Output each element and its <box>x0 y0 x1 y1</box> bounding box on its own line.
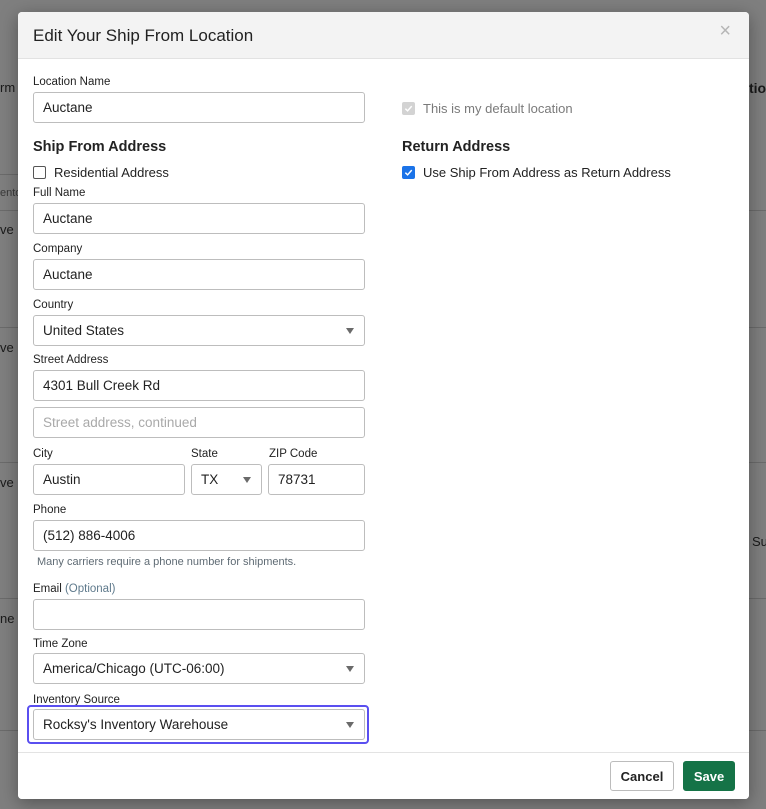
bg-divider <box>0 327 18 328</box>
default-location-checkbox[interactable]: This is my default location <box>402 101 573 116</box>
bg-divider <box>749 327 766 328</box>
bg-divider <box>0 174 18 175</box>
ship-from-title: Ship From Address <box>33 139 167 155</box>
full-name-label: Full Name <box>33 187 86 199</box>
use-ship-from-label: Use Ship From Address as Return Address <box>423 165 671 180</box>
email-input[interactable] <box>33 599 365 630</box>
residential-address-label: Residential Address <box>54 165 169 180</box>
dialog-header: Edit Your Ship From Location × <box>18 12 749 59</box>
location-name-label: Location Name <box>33 76 111 88</box>
bg-divider <box>749 730 766 731</box>
bg-divider <box>0 730 18 731</box>
inventory-source-select[interactable]: Rocksy's Inventory Warehouse <box>33 709 365 740</box>
zip-value: 78731 <box>278 472 316 487</box>
chevron-down-icon <box>346 666 354 672</box>
bg-divider <box>749 598 766 599</box>
checkbox-icon <box>402 102 415 115</box>
bg-divider <box>0 462 18 463</box>
zip-input[interactable]: 78731 <box>268 464 365 495</box>
dialog-title: Edit Your Ship From Location <box>33 26 254 45</box>
time-zone-select[interactable]: America/Chicago (UTC-06:00) <box>33 653 365 684</box>
checkbox-icon <box>402 166 415 179</box>
company-value: Auctane <box>43 267 93 282</box>
state-select[interactable]: TX <box>191 464 262 495</box>
full-name-value: Auctane <box>43 211 93 226</box>
country-label: Country <box>33 299 74 311</box>
bg-divider <box>0 210 18 211</box>
phone-input[interactable]: (512) 886-4006 <box>33 520 365 551</box>
bg-text: ve <box>0 222 14 237</box>
default-location-label: This is my default location <box>423 101 573 116</box>
bg-divider <box>0 598 18 599</box>
bg-text: Su <box>752 534 766 549</box>
optional-tag: (Optional) <box>64 583 116 595</box>
city-label: City <box>33 448 53 460</box>
full-name-input[interactable]: Auctane <box>33 203 365 234</box>
country-select[interactable]: United States <box>33 315 365 346</box>
return-address-title: Return Address <box>402 139 511 155</box>
phone-label: Phone <box>33 504 67 516</box>
time-zone-label: Time Zone <box>33 638 88 650</box>
bg-text: ve <box>0 340 14 355</box>
checkbox-icon <box>33 166 46 179</box>
chevron-down-icon <box>346 722 354 728</box>
bg-divider <box>749 210 766 211</box>
email-label: Email (Optional) <box>33 583 115 595</box>
phone-value: (512) 886-4006 <box>43 528 136 543</box>
street-address-2-placeholder: Street address, continued <box>43 415 197 430</box>
use-ship-from-checkbox[interactable]: Use Ship From Address as Return Address <box>402 165 671 180</box>
email-label-text: Email <box>33 583 62 595</box>
state-value: TX <box>201 472 219 487</box>
edit-location-dialog: Edit Your Ship From Location × Location … <box>18 12 749 799</box>
residential-address-checkbox[interactable]: Residential Address <box>33 165 169 180</box>
country-value: United States <box>43 323 125 338</box>
dialog-footer: Cancel Save <box>18 752 749 799</box>
street-address-value: 4301 Bull Creek Rd <box>43 378 161 393</box>
inventory-source-label: Inventory Source <box>33 694 120 706</box>
bg-divider <box>749 462 766 463</box>
location-name-value: Auctane <box>43 100 93 115</box>
company-label: Company <box>33 243 83 255</box>
cancel-button[interactable]: Cancel <box>610 761 674 791</box>
chevron-down-icon <box>346 328 354 334</box>
city-input[interactable]: Austin <box>33 464 185 495</box>
inventory-source-value: Rocksy's Inventory Warehouse <box>43 717 229 732</box>
bg-text: rm <box>0 80 16 95</box>
location-name-input[interactable]: Auctane <box>33 92 365 123</box>
bg-text: tio <box>749 80 766 96</box>
time-zone-value: America/Chicago (UTC-06:00) <box>43 661 225 676</box>
street-address-input[interactable]: 4301 Bull Creek Rd <box>33 370 365 401</box>
street-address-2-input[interactable]: Street address, continued <box>33 407 365 438</box>
close-icon[interactable]: × <box>719 21 731 41</box>
company-input[interactable]: Auctane <box>33 259 365 290</box>
chevron-down-icon <box>243 477 251 483</box>
city-value: Austin <box>43 472 81 487</box>
phone-help-text: Many carriers require a phone number for… <box>37 556 297 568</box>
save-button[interactable]: Save <box>683 761 735 791</box>
zip-label: ZIP Code <box>269 448 318 460</box>
street-address-label: Street Address <box>33 354 109 366</box>
state-label: State <box>191 448 218 460</box>
bg-text: ve <box>0 475 14 490</box>
bg-text: ne <box>0 611 15 626</box>
